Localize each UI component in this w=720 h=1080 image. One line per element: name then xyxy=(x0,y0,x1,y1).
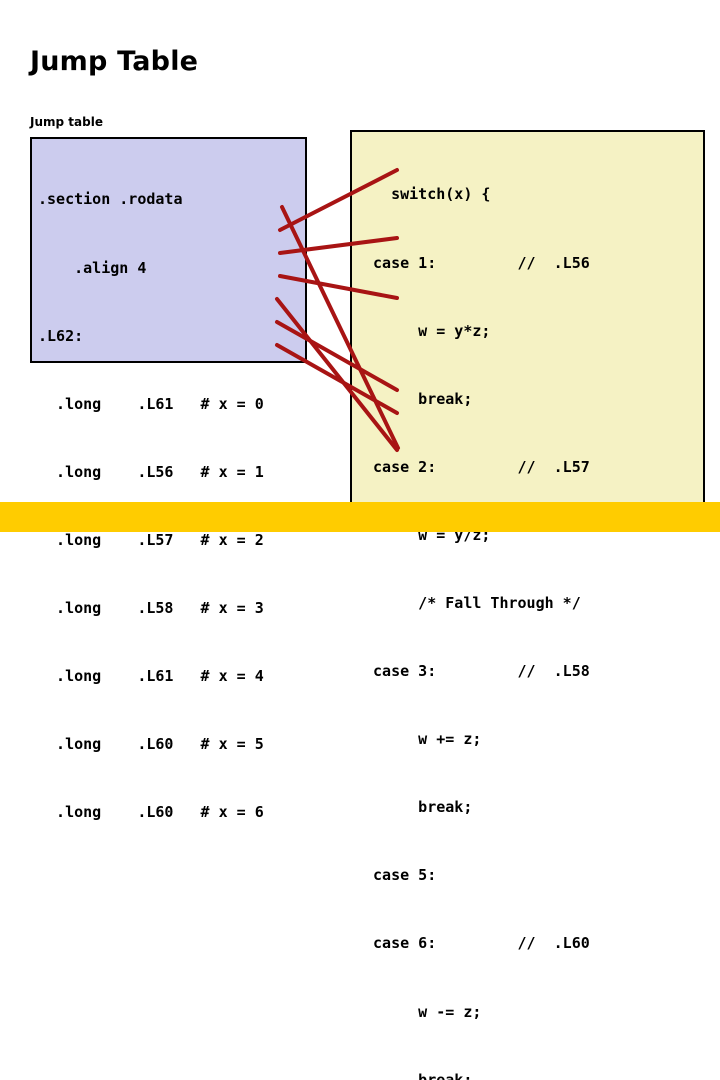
asm-line: .L62: xyxy=(38,326,84,345)
asm-line: .section .rodata xyxy=(38,190,183,209)
asm-line: .long .L61 # x = 4 xyxy=(38,667,264,686)
slide-canvas: Jump Table Jump table .section .rodata .… xyxy=(0,0,720,1080)
asm-line: .long .L58 # x = 3 xyxy=(38,598,264,617)
c-line: w += z; xyxy=(364,730,482,749)
assembly-code-block: .section .rodata .align 4 .L62: .long .L… xyxy=(30,137,307,821)
c-line: case 6: // .L60 xyxy=(364,934,590,953)
asm-line: .align 4 xyxy=(38,258,147,277)
c-line: break; xyxy=(364,798,473,817)
c-line: case 1: // .L56 xyxy=(364,253,590,272)
page-title: Jump Table xyxy=(30,46,199,77)
jump-table-caption: Jump table xyxy=(30,115,103,129)
c-line: case 3: // .L58 xyxy=(364,662,590,681)
asm-line: .long .L60 # x = 5 xyxy=(38,735,264,754)
c-line: break; xyxy=(364,1070,473,1080)
c-line: case 5: xyxy=(364,866,437,885)
c-line: w -= z; xyxy=(364,1002,482,1021)
c-source-code-block: switch(x) { case 1: // .L56 w = y*z; bre… xyxy=(350,130,705,1080)
c-line: /* Fall Through */ xyxy=(364,593,581,612)
asm-line: .long .L56 # x = 1 xyxy=(38,462,264,481)
asm-line: .long .L60 # x = 6 xyxy=(38,803,264,822)
c-line: break; xyxy=(364,389,473,408)
c-line: w = y*z; xyxy=(364,321,491,340)
c-line: case 2: // .L57 xyxy=(364,457,590,476)
asm-line: .long .L57 # x = 2 xyxy=(38,530,264,549)
asm-line: .long .L61 # x = 0 xyxy=(38,394,264,413)
c-line: switch(x) { xyxy=(364,185,491,204)
footer-bar xyxy=(0,502,720,532)
